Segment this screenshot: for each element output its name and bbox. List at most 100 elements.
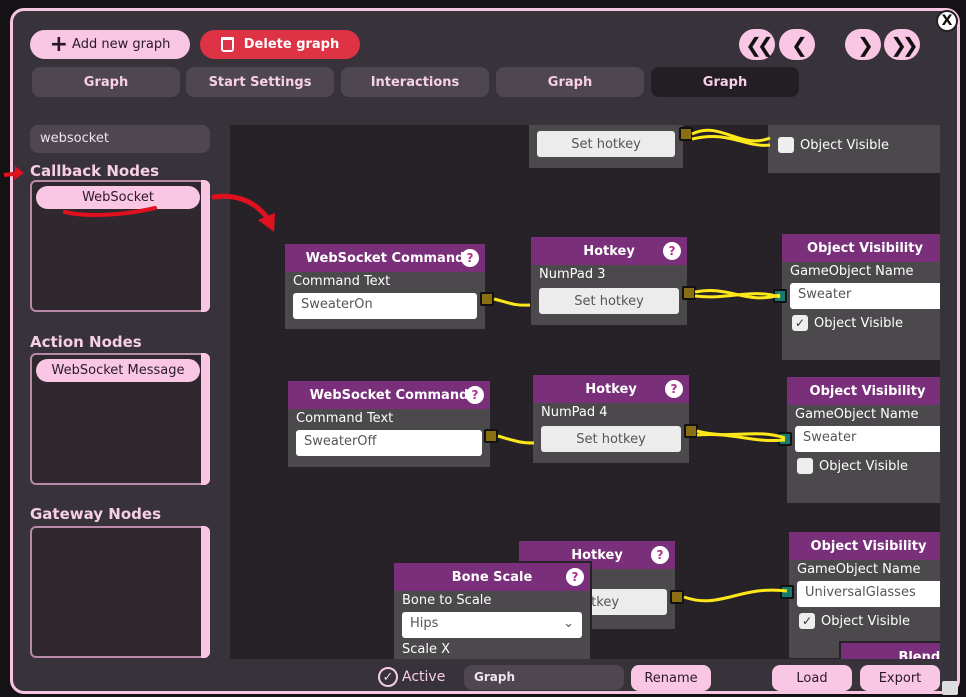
active-toggle[interactable]: ✓ Active — [378, 667, 445, 687]
tab-interactions[interactable]: Interactions — [341, 67, 489, 97]
help-icon[interactable]: ? — [466, 386, 484, 404]
scale-x-label: Scale X — [402, 642, 451, 657]
object-visibility-node-3[interactable]: Object Visibility GameObject Name Univer… — [787, 530, 940, 659]
check-icon: ✓ — [792, 315, 808, 331]
action-nodes-list: WebSocket Message — [30, 353, 210, 485]
bone-scale-node[interactable]: Bone Scale? Bone to Scale Hips ⌄ Scale X — [392, 561, 592, 659]
node-title: WebSocket Command — [305, 250, 465, 266]
node-search-input[interactable]: websocket — [30, 125, 210, 153]
hotkey-node-2[interactable]: Hotkey? NumPad 4 Set hotkey — [531, 373, 691, 465]
input-port[interactable] — [773, 289, 787, 303]
resize-handle[interactable] — [942, 681, 958, 695]
command-text-input[interactable]: SweaterOff — [296, 430, 482, 456]
tab-graph-2[interactable]: Graph — [496, 67, 644, 97]
delete-graph-label: Delete graph — [243, 37, 340, 52]
output-port[interactable] — [682, 286, 696, 300]
tab-graph-1[interactable]: Graph — [32, 67, 180, 97]
input-port[interactable] — [780, 585, 794, 599]
chevron-down-icon: ⌄ — [563, 616, 574, 631]
help-icon[interactable]: ? — [461, 249, 479, 267]
set-hotkey-button[interactable]: Set hotkey — [537, 131, 675, 157]
command-text-input[interactable]: SweaterOn — [293, 293, 477, 319]
set-hotkey-button[interactable]: Set hotkey — [541, 426, 681, 452]
gameobject-name-input[interactable]: UniversalGlasses — [797, 581, 940, 607]
node-title: Hotkey — [583, 243, 635, 259]
help-icon[interactable]: ? — [651, 546, 669, 564]
check-icon: ✓ — [799, 613, 815, 629]
object-visibility-node-2[interactable]: Object Visibility GameObject Name Sweate… — [785, 375, 940, 505]
output-port[interactable] — [480, 292, 494, 306]
gateway-nodes-title: Gateway Nodes — [30, 505, 161, 523]
output-port[interactable] — [679, 127, 693, 141]
node-title: Blende — [898, 649, 940, 660]
node-item-websocket[interactable]: WebSocket — [36, 186, 200, 209]
hotkey-node-1[interactable]: Hotkey? NumPad 3 Set hotkey — [529, 235, 689, 327]
node-item-websocket-message[interactable]: WebSocket Message — [36, 359, 200, 382]
tab-graph-3[interactable]: Graph — [651, 67, 799, 97]
object-visible-checkbox[interactable]: ✓ Object Visible — [789, 609, 940, 633]
callback-scrollbar[interactable] — [201, 180, 210, 312]
checkbox-icon — [797, 458, 813, 474]
node-title: Object Visibility — [809, 383, 926, 399]
command-text-label: Command Text — [296, 411, 394, 426]
object-visible-checkbox[interactable]: ✓ Object Visible — [782, 311, 940, 335]
gateway-scrollbar[interactable] — [201, 526, 210, 658]
object-visible-checkbox[interactable]: Object Visible — [787, 454, 940, 478]
object-visible-label: Object Visible — [814, 315, 903, 331]
node-title: Hotkey — [585, 381, 637, 397]
object-visibility-node-1[interactable]: Object Visibility GameObject Name Sweate… — [780, 232, 940, 362]
node-title: Bone Scale — [451, 569, 533, 585]
hotkey-key-label: NumPad 3 — [539, 267, 606, 282]
chevron-right-icon: ❯ — [857, 32, 874, 57]
first-page-button[interactable]: ❮❮ — [739, 29, 775, 60]
callback-nodes-title: Callback Nodes — [30, 162, 160, 180]
graph-name-input[interactable]: Graph — [464, 665, 624, 690]
output-port[interactable] — [684, 424, 698, 438]
websocket-command-node-1[interactable]: WebSocket Command? Command Text SweaterO… — [283, 242, 487, 331]
gameobject-name-label: GameObject Name — [790, 264, 914, 279]
bone-to-scale-label: Bone to Scale — [402, 593, 492, 608]
action-scrollbar[interactable] — [201, 353, 210, 485]
help-icon[interactable]: ? — [566, 568, 584, 586]
graph-canvas[interactable]: Set hotkey Object Visible WebSocket Comm… — [230, 125, 940, 659]
node-title: Object Visibility — [810, 538, 927, 554]
gameobject-name-input[interactable]: Sweater — [790, 283, 940, 309]
input-port[interactable] — [778, 432, 792, 446]
output-port[interactable] — [484, 429, 498, 443]
set-hotkey-button[interactable]: Set hotkey — [539, 288, 679, 314]
rename-button[interactable]: Rename — [631, 665, 711, 691]
output-port[interactable] — [670, 590, 684, 604]
export-button[interactable]: Export — [860, 665, 940, 691]
object-visible-label: Object Visible — [800, 137, 889, 153]
command-text-label: Command Text — [293, 274, 391, 289]
object-visible-label: Object Visible — [821, 613, 910, 629]
help-icon[interactable]: ? — [665, 380, 683, 398]
double-chevron-right-icon: ❯❯ — [890, 32, 918, 57]
chevron-left-icon: ❮ — [791, 32, 808, 57]
hotkey-node-top[interactable]: Set hotkey — [527, 125, 685, 170]
check-circle-icon: ✓ — [378, 667, 398, 687]
websocket-command-node-2[interactable]: WebSocket Command? Command Text SweaterO… — [286, 379, 492, 469]
prev-page-button[interactable]: ❮ — [779, 29, 815, 60]
hotkey-key-label: NumPad 4 — [541, 405, 608, 420]
object-visible-checkbox[interactable]: Object Visible — [768, 133, 940, 157]
gameobject-name-input[interactable]: Sweater — [795, 426, 940, 452]
gateway-nodes-list — [30, 526, 210, 658]
double-chevron-left-icon: ❮❮ — [745, 32, 773, 57]
last-page-button[interactable]: ❯❯ — [884, 29, 920, 60]
bone-select[interactable]: Hips ⌄ — [402, 612, 582, 638]
blend-node-partial[interactable]: Blende — [839, 641, 940, 659]
tab-start-settings[interactable]: Start Settings — [186, 67, 334, 97]
delete-graph-button[interactable]: Delete graph — [200, 30, 360, 59]
object-visibility-node-top[interactable]: Object Visible — [766, 125, 940, 175]
action-nodes-title: Action Nodes — [30, 333, 142, 351]
load-button[interactable]: Load — [772, 665, 852, 691]
gameobject-name-label: GameObject Name — [797, 562, 921, 577]
add-graph-label: Add new graph — [72, 37, 171, 52]
help-icon[interactable]: ? — [663, 242, 681, 260]
plus-icon: + — [49, 31, 69, 57]
object-visible-label: Object Visible — [819, 458, 908, 474]
add-new-graph-button[interactable]: + Add new graph — [30, 30, 190, 59]
close-button[interactable]: X — [936, 10, 958, 32]
next-page-button[interactable]: ❯ — [845, 29, 881, 60]
